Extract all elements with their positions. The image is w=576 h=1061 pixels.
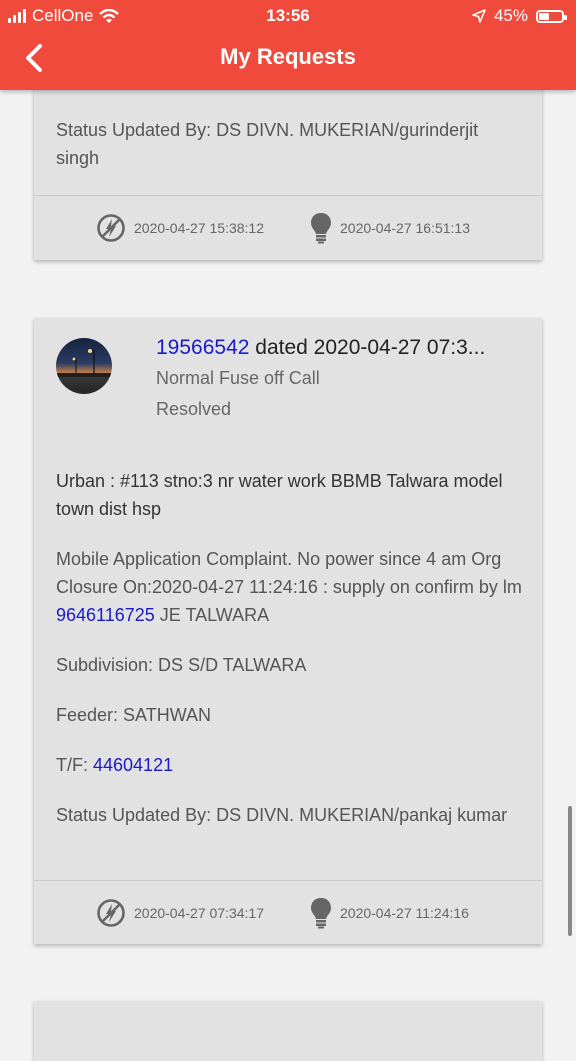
- location-arrow-icon: [472, 9, 486, 23]
- request-card[interactable]: [34, 1001, 542, 1061]
- card-footer: 2020-04-27 07:34:17 2020-04-27 11:24:16: [34, 893, 542, 933]
- status-bar: CellOne 13:56 45%: [0, 0, 576, 32]
- divider: [34, 195, 542, 196]
- nav-bar: My Requests: [0, 34, 576, 82]
- request-title: 19566542 dated 2020-04-27 07:3...: [156, 336, 522, 360]
- request-card[interactable]: 19566542 dated 2020-04-27 07:3... Normal…: [34, 318, 542, 944]
- card-footer: 2020-04-27 15:38:12 2020-04-27 16:51:13: [34, 208, 542, 248]
- request-number-link[interactable]: 19566542: [156, 336, 249, 359]
- status-label: Resolved: [156, 399, 232, 419]
- lodged-time: 2020-04-27 15:38:12: [134, 220, 264, 236]
- avatar: [56, 338, 112, 394]
- bulb-icon: [311, 213, 331, 244]
- feeder-text: Feeder: SATHWAN: [56, 705, 212, 725]
- status-updated-by: Status Updated By: DS DIVN. MUKERIAN/gur…: [56, 120, 479, 168]
- remarks-text: Mobile Application Complaint. No power s…: [56, 549, 522, 625]
- page-title: My Requests: [220, 44, 356, 69]
- status-updated-by: Status Updated By: DS DIVN. MUKERIAN/pan…: [56, 805, 508, 825]
- no-power-icon: [97, 214, 125, 242]
- resolved-time: 2020-04-27 16:51:13: [340, 220, 470, 236]
- scrollbar[interactable]: [568, 806, 572, 936]
- divider: [34, 880, 542, 881]
- complaint-type: Normal Fuse off Call: [156, 368, 320, 388]
- battery-icon: [536, 9, 567, 23]
- transformer-link[interactable]: 44604121: [93, 755, 173, 775]
- transformer-text: T/F: 44604121: [56, 755, 174, 775]
- address-text: Urban : #113 stno:3 nr water work BBMB T…: [56, 471, 503, 519]
- battery-percent: 45%: [493, 6, 528, 25]
- resolved-time: 2020-04-27 11:24:16: [340, 905, 469, 921]
- subdivision-text: Subdivision: DS S/D TALWARA: [56, 655, 307, 675]
- phone-link[interactable]: 9646116725: [56, 605, 155, 625]
- no-power-icon: [97, 899, 125, 927]
- request-dated: dated 2020-04-27 07:3...: [255, 336, 486, 359]
- request-card[interactable]: Status Updated By: DS DIVN. MUKERIAN/gur…: [34, 60, 542, 260]
- bulb-icon: [311, 898, 331, 929]
- lodged-time: 2020-04-27 07:34:17: [134, 905, 264, 921]
- app-header: CellOne 13:56 45% My Requests: [0, 0, 576, 90]
